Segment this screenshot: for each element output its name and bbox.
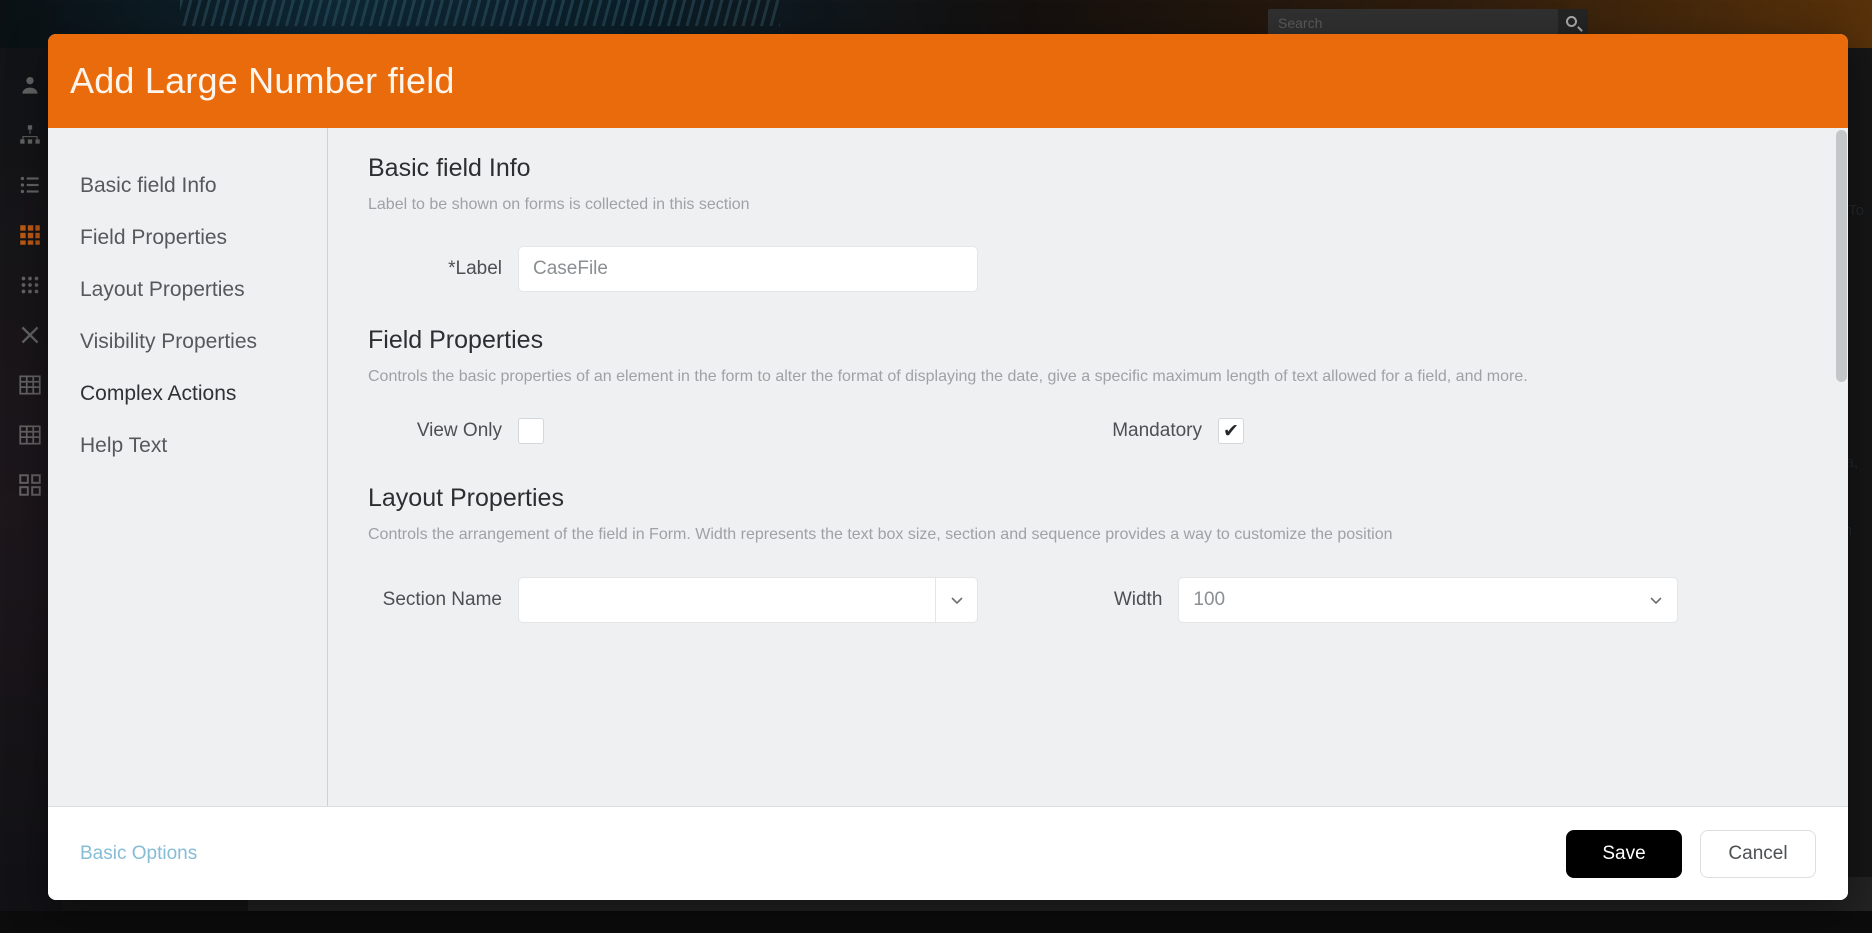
sidebar-item-field-properties[interactable]: Field Properties (48, 212, 327, 264)
section-layout-properties: Layout Properties Controls the arrangeme… (368, 484, 1808, 623)
chevron-down-icon (1635, 578, 1677, 622)
section-title: Basic field Info (368, 154, 531, 182)
section-title: Layout Properties (368, 484, 564, 513)
section-basic-field-info: Basic field Info Label to be shown on fo… (368, 154, 1808, 293)
mandatory-checkbox[interactable]: ✔ (1218, 418, 1244, 445)
view-only-label: View Only (416, 420, 502, 442)
view-only-cell: View Only ✔ (368, 418, 1068, 445)
sidebar-item-complex-actions[interactable]: Complex Actions (48, 368, 327, 420)
chevron-down-icon (935, 577, 977, 622)
width-cell: Width 100 (1058, 576, 1808, 623)
sidebar-item-layout-properties[interactable]: Layout Properties (48, 264, 327, 316)
cancel-button[interactable]: Cancel (1700, 829, 1816, 878)
section-description: Label to be shown on forms is collected … (368, 196, 750, 213)
checkmark-icon: ✔ (1223, 420, 1239, 442)
section-name-cell: Section Name (368, 576, 1058, 623)
page-title: Add Large Number field (70, 60, 455, 101)
section-name-value (519, 578, 935, 622)
footer-actions: Save Cancel (1566, 829, 1816, 878)
label-field-label: *Label (448, 258, 502, 280)
section-description: Controls the basic properties of an elem… (368, 368, 1528, 386)
width-value: 100 (1193, 588, 1226, 610)
sidebar-item-basic-field-info[interactable]: Basic field Info (48, 160, 327, 212)
mandatory-cell: Mandatory ✔ (1068, 418, 1768, 445)
section-description: Controls the arrangement of the field in… (368, 526, 1393, 544)
width-select[interactable]: 100 (1178, 576, 1679, 623)
modal-header: Add Large Number field (48, 34, 1848, 128)
sidebar-item-help-text[interactable]: Help Text (48, 420, 327, 472)
field-properties-row: View Only ✔ Mandatory ✔ (368, 418, 1808, 445)
mandatory-label: Mandatory (1112, 420, 1202, 442)
vertical-scrollbar[interactable] (1835, 128, 1848, 806)
modal-nav-sidebar: Basic field Info Field Properties Layout… (48, 128, 328, 806)
view-only-checkbox[interactable]: ✔ (518, 418, 544, 445)
section-title: Field Properties (368, 326, 544, 355)
section-name-label: Section Name (382, 588, 502, 610)
sidebar-item-visibility-properties[interactable]: Visibility Properties (48, 316, 327, 368)
scrollbar-thumb[interactable] (1836, 130, 1847, 382)
basic-options-link[interactable]: Basic Options (80, 843, 197, 865)
section-name-select[interactable] (518, 576, 978, 623)
modal-content-pane: Basic field Info Label to be shown on fo… (328, 128, 1848, 806)
width-label: Width (1113, 588, 1163, 610)
modal-footer: Basic Options Save Cancel (48, 806, 1848, 900)
section-field-properties: Field Properties Controls the basic prop… (368, 326, 1808, 445)
modal-body: Basic field Info Field Properties Layout… (48, 128, 1848, 806)
layout-properties-row: Section Name Width 100 (368, 576, 1808, 623)
label-field-row: *Label (368, 246, 1808, 293)
label-input[interactable] (518, 246, 978, 293)
save-button[interactable]: Save (1566, 829, 1682, 878)
add-field-modal: Add Large Number field Basic field Info … (48, 34, 1848, 900)
